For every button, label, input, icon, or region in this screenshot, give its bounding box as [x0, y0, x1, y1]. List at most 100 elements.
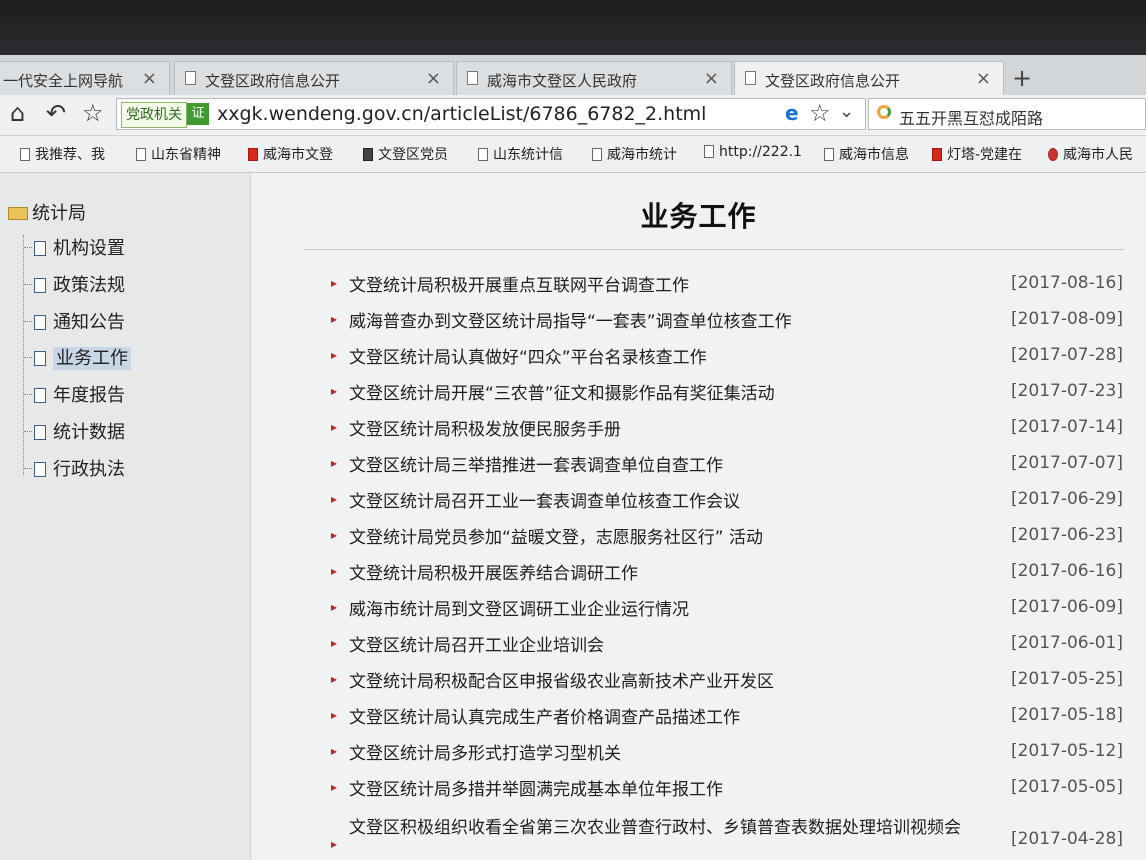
- article-row[interactable]: ▸ 文登统计局党员参加“益暖文登，志愿服务社区行” 活动 [2017-06-23]: [331, 523, 1123, 553]
- article-date: [2017-07-14]: [1010, 417, 1123, 437]
- tree-item[interactable]: 通知公告: [24, 308, 125, 336]
- bookmark-item[interactable]: 我推荐、我: [20, 144, 105, 164]
- close-icon[interactable]: ×: [704, 68, 719, 89]
- article-date: [2017-05-18]: [1010, 705, 1123, 725]
- article-row[interactable]: ▸ 文登区统计局三举措推进一套表调查单位自查工作 [2017-07-07]: [331, 451, 1123, 481]
- article-row[interactable]: ▸ 文登区统计局多形式打造学习型机关 [2017-05-12]: [331, 739, 1123, 769]
- article-row[interactable]: ▸ 文登区统计局认真完成生产者价格调查产品描述工作 [2017-05-18]: [331, 703, 1123, 733]
- article-link[interactable]: 文登区统计局认真完成生产者价格调查产品描述工作: [349, 703, 740, 728]
- party-emblem-icon: [248, 148, 258, 161]
- article-row[interactable]: ▸ 文登区统计局开展“三农普”征文和摄影作品有奖征集活动 [2017-07-23]: [331, 379, 1123, 409]
- bookmark-item[interactable]: 威海市文登: [248, 144, 333, 164]
- article-date: [2017-06-29]: [1010, 489, 1123, 509]
- article-row[interactable]: ▸ 文登统计局积极开展重点互联网平台调查工作 [2017-08-16]: [331, 271, 1123, 301]
- article-link[interactable]: 文登区统计局开展“三农普”征文和摄影作品有奖征集活动: [349, 379, 775, 404]
- page-icon: [20, 148, 30, 161]
- close-icon[interactable]: ×: [142, 68, 157, 89]
- tab-2[interactable]: 文登区政府信息公开 ×: [174, 61, 454, 95]
- bullet-arrow-icon: ▸: [331, 837, 338, 851]
- article-link[interactable]: 文登区统计局多措并举圆满完成基本单位年报工作: [349, 775, 723, 800]
- article-row[interactable]: ▸ 文登区统计局多措并举圆满完成基本单位年报工作 [2017-05-05]: [331, 775, 1123, 805]
- ie-mode-icon[interactable]: e: [785, 101, 799, 125]
- article-link[interactable]: 威海市统计局到文登区调研工业企业运行情况: [349, 595, 689, 620]
- url-text[interactable]: xxgk.wendeng.gov.cn/articleList/6786_678…: [217, 103, 706, 125]
- tree-item-selected[interactable]: 业务工作: [24, 344, 131, 372]
- tree-item[interactable]: 机构设置: [24, 234, 125, 262]
- search-box[interactable]: 五五开黑互怼成陌路: [868, 98, 1146, 130]
- article-link[interactable]: 文登区统计局多形式打造学习型机关: [349, 739, 621, 764]
- tree-root[interactable]: 统计局: [8, 199, 86, 225]
- article-link[interactable]: 威海普查办到文登区统计局指导“一套表”调查单位核查工作: [349, 307, 792, 332]
- article-row[interactable]: ▸ 文登统计局积极配合区申报省级农业高新技术产业开发区 [2017-05-25]: [331, 667, 1123, 697]
- article-row[interactable]: ▸ 文登区积极组织收看全省第三次农业普查行政村、乡镇普查表数据处理培训视频会 [20…: [331, 813, 1123, 851]
- article-row[interactable]: ▸ 文登区统计局积极发放便民服务手册 [2017-07-14]: [331, 415, 1123, 445]
- bookmark-item[interactable]: 山东省精神: [136, 144, 221, 164]
- bullet-arrow-icon: ▸: [331, 312, 338, 326]
- page-icon: [592, 148, 602, 161]
- document-icon: [185, 71, 196, 85]
- address-bar[interactable]: 党政机关 证 xxgk.wendeng.gov.cn/articleList/6…: [116, 98, 866, 130]
- article-link[interactable]: 文登区统计局认真做好“四众”平台名录核查工作: [349, 343, 707, 368]
- article-date: [2017-04-28]: [1010, 829, 1123, 849]
- tree-item[interactable]: 行政执法: [24, 455, 125, 483]
- article-link[interactable]: 文登区统计局三举措推进一套表调查单位自查工作: [349, 451, 723, 476]
- page-icon: [824, 148, 834, 161]
- article-date: [2017-06-23]: [1010, 525, 1123, 545]
- bullet-arrow-icon: ▸: [331, 600, 338, 614]
- article-link[interactable]: 文登统计局积极配合区申报省级农业高新技术产业开发区: [349, 667, 774, 692]
- tab-1[interactable]: 一代安全上网导航 ×: [0, 61, 170, 95]
- bookmark-item[interactable]: http://222.1: [704, 144, 802, 160]
- search-text[interactable]: 五五开黑互怼成陌路: [899, 105, 1043, 129]
- article-link[interactable]: 文登区统计局召开工业企业培训会: [349, 631, 604, 656]
- bullet-arrow-icon: ▸: [331, 564, 338, 578]
- article-row[interactable]: ▸ 威海市统计局到文登区调研工业企业运行情况 [2017-06-09]: [331, 595, 1123, 625]
- chevron-down-icon[interactable]: ⌄: [839, 101, 854, 122]
- bookmark-item[interactable]: 威海市统计: [592, 144, 677, 164]
- bookmark-item[interactable]: 威海市人民: [1048, 144, 1133, 164]
- page-icon: [136, 148, 146, 161]
- bookmark-star-icon[interactable]: ☆: [809, 99, 831, 127]
- page-icon: [34, 425, 46, 440]
- tree-item[interactable]: 年度报告: [24, 381, 125, 409]
- article-row[interactable]: ▸ 文登区统计局召开工业一套表调查单位核查工作会议 [2017-06-29]: [331, 487, 1123, 517]
- bullet-arrow-icon: ▸: [331, 672, 338, 686]
- article-link[interactable]: 文登区统计局召开工业一套表调查单位核查工作会议: [349, 487, 740, 512]
- bullet-arrow-icon: ▸: [331, 420, 338, 434]
- tab-label: 文登区政府信息公开: [765, 72, 901, 90]
- tab-label: 威海市文登区人民政府: [487, 72, 638, 90]
- bookmark-item[interactable]: 山东统计信: [478, 144, 563, 164]
- bullet-arrow-icon: ▸: [331, 708, 338, 722]
- bookmark-item[interactable]: 文登区党员: [363, 144, 448, 164]
- bookmark-item[interactable]: 灯塔-党建在: [932, 144, 1022, 164]
- article-date: [2017-05-25]: [1010, 669, 1123, 689]
- article-row[interactable]: ▸ 文登区统计局召开工业企业培训会 [2017-06-01]: [331, 631, 1123, 661]
- home-icon[interactable]: ⌂: [10, 99, 25, 127]
- article-row[interactable]: ▸ 文登统计局积极开展医养结合调研工作 [2017-06-16]: [331, 559, 1123, 589]
- article-row[interactable]: ▸ 威海普查办到文登区统计局指导“一套表”调查单位核查工作 [2017-08-09]: [331, 307, 1123, 337]
- article-link[interactable]: 文登区统计局积极发放便民服务手册: [349, 415, 621, 440]
- page-icon: [34, 388, 46, 403]
- star-icon[interactable]: ☆: [82, 99, 104, 127]
- page-icon: [34, 351, 46, 366]
- new-tab-button[interactable]: +: [1012, 64, 1032, 92]
- article-row[interactable]: ▸ 文登区统计局认真做好“四众”平台名录核查工作 [2017-07-28]: [331, 343, 1123, 373]
- tree-item[interactable]: 政策法规: [24, 271, 125, 299]
- back-icon[interactable]: ↶: [46, 99, 66, 127]
- close-icon[interactable]: ×: [976, 68, 991, 89]
- document-icon: [467, 71, 478, 85]
- article-link[interactable]: 文登统计局积极开展重点互联网平台调查工作: [349, 271, 689, 296]
- article-link[interactable]: 文登区积极组织收看全省第三次农业普查行政村、乡镇普查表数据处理培训视频会: [349, 813, 961, 838]
- article-link[interactable]: 文登统计局积极开展医养结合调研工作: [349, 559, 638, 584]
- tab-4-active[interactable]: 文登区政府信息公开 ×: [734, 61, 1004, 95]
- bookmark-item[interactable]: 威海市信息: [824, 144, 909, 164]
- article-link[interactable]: 文登统计局党员参加“益暖文登，志愿服务社区行” 活动: [349, 523, 763, 548]
- page-icon: [34, 278, 46, 293]
- bullet-arrow-icon: ▸: [331, 456, 338, 470]
- article-date: [2017-06-01]: [1010, 633, 1123, 653]
- sidebar-tree: 统计局 机构设置 政策法规 通知公告 业务工作 年度报告 统计数据 行政执法: [0, 173, 251, 860]
- tree-item[interactable]: 统计数据: [24, 418, 125, 446]
- close-icon[interactable]: ×: [426, 68, 441, 89]
- article-date: [2017-06-09]: [1010, 597, 1123, 617]
- tab-3[interactable]: 威海市文登区人民政府 ×: [456, 61, 732, 95]
- article-date: [2017-05-05]: [1010, 777, 1123, 797]
